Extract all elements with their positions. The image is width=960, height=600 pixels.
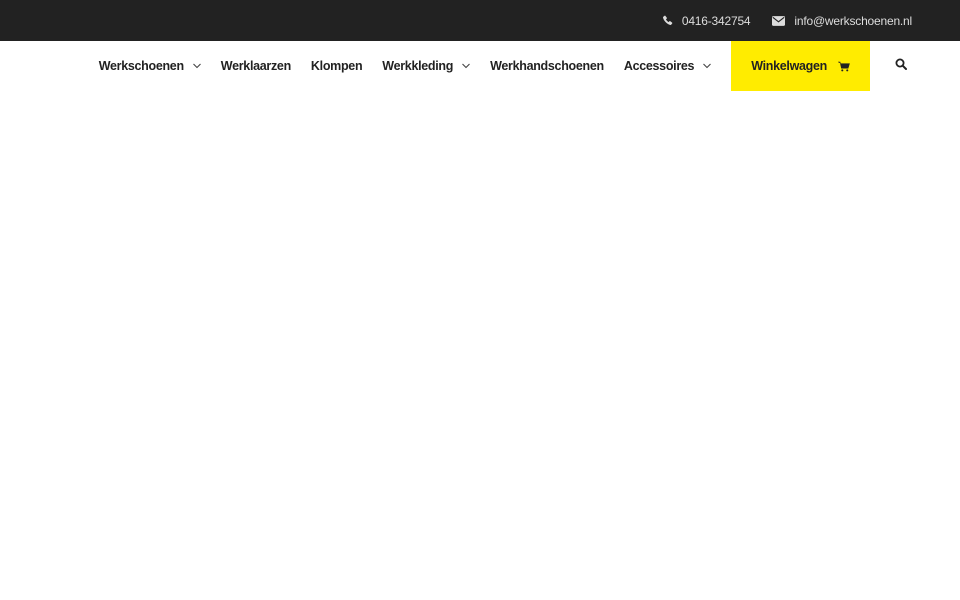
nav-item-label: Werkkleding bbox=[382, 59, 454, 73]
nav-item-accessoires[interactable]: Accessoires bbox=[614, 41, 721, 91]
main-navigation: Werkschoenen Werklaarzen Klompen Werkkle… bbox=[0, 41, 960, 91]
phone-link[interactable]: 0416-342754 bbox=[662, 14, 751, 28]
chevron-down-icon bbox=[703, 63, 712, 69]
nav-item-label: Werkschoenen bbox=[98, 59, 184, 73]
nav-item-label: Klompen bbox=[310, 59, 363, 73]
nav-item-label: Accessoires bbox=[623, 59, 695, 73]
envelope-icon bbox=[772, 15, 786, 26]
top-bar: 0416-342754 info@werkschoenen.nl bbox=[0, 0, 960, 41]
phone-icon bbox=[662, 15, 673, 26]
chevron-down-icon bbox=[462, 63, 470, 69]
chevron-down-icon bbox=[192, 63, 201, 69]
page-content bbox=[0, 91, 960, 600]
cart-label: Winkelwagen bbox=[751, 59, 827, 73]
shopping-cart-icon bbox=[838, 61, 850, 72]
nav-item-label: Werklaarzen bbox=[220, 59, 291, 73]
nav-item-werkhandschoenen[interactable]: Werkhandschoenen bbox=[480, 41, 614, 91]
search-icon bbox=[895, 57, 907, 75]
nav-item-label: Werkhandschoenen bbox=[490, 59, 604, 73]
nav-item-werkschoenen[interactable]: Werkschoenen bbox=[89, 41, 211, 91]
search-button[interactable] bbox=[886, 41, 916, 91]
email-address: info@werkschoenen.nl bbox=[794, 13, 912, 28]
nav-item-werklaarzen[interactable]: Werklaarzen bbox=[211, 41, 301, 91]
nav-menu: Werkschoenen Werklaarzen Klompen Werkkle… bbox=[89, 41, 722, 91]
email-link[interactable]: info@werkschoenen.nl bbox=[772, 14, 912, 28]
nav-item-werkkleding[interactable]: Werkkleding bbox=[372, 41, 480, 91]
phone-number: 0416-342754 bbox=[681, 13, 751, 28]
cart-button[interactable]: Winkelwagen bbox=[731, 41, 870, 91]
nav-item-klompen[interactable]: Klompen bbox=[301, 41, 372, 91]
